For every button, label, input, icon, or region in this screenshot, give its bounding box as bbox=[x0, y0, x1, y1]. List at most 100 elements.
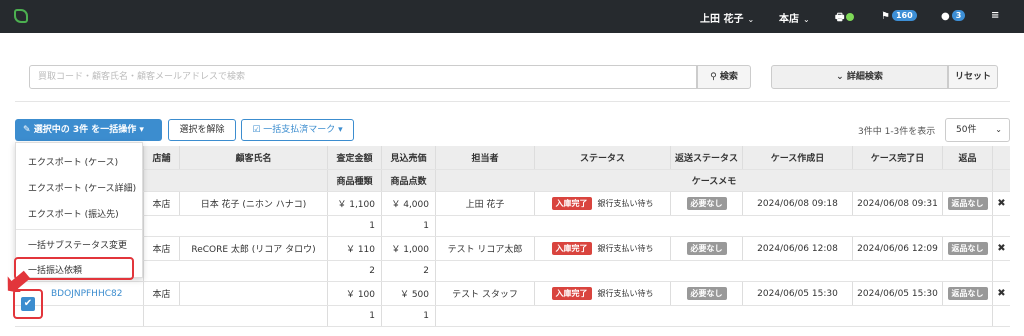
case-code-link[interactable]: BDOJNPFHHC82 bbox=[45, 282, 143, 305]
table-header-row: 店舗 顧客氏名 査定金額 見込売価 担当者 ステータス 返送ステータス ケース作… bbox=[15, 146, 1010, 170]
cell-item-count: 1 bbox=[381, 216, 435, 236]
col-return[interactable]: 返品 bbox=[942, 146, 992, 169]
cell-memo bbox=[435, 216, 992, 236]
cell-customer: 日本 花子 (ニホン ハナコ) bbox=[179, 192, 327, 215]
cell-estimate: ￥ 500 bbox=[381, 282, 435, 305]
menu-divider bbox=[16, 229, 142, 230]
chevron-down-icon: ⌄ bbox=[747, 15, 755, 24]
advanced-search-label: 詳細検索 bbox=[846, 72, 883, 82]
col-created[interactable]: ケース作成日 bbox=[742, 146, 852, 169]
chevron-down-icon: ⌄ bbox=[995, 125, 1002, 134]
return-status-badge: 必要なし bbox=[686, 242, 727, 255]
search-button-label: 検索 bbox=[719, 72, 738, 82]
bulk-action-label: 選択中の 3件 を一括操作 bbox=[33, 125, 137, 135]
cell-return-status: 必要なし bbox=[670, 192, 742, 215]
status-badge: 入庫完了 bbox=[551, 287, 592, 300]
col-action bbox=[992, 146, 1010, 169]
search-button[interactable]: ⚲ 検索 bbox=[697, 65, 751, 89]
cell-assess: ￥ 1,100 bbox=[327, 192, 381, 215]
printer-status[interactable]: 🖶 bbox=[835, 10, 855, 27]
reset-button[interactable]: リセット bbox=[948, 65, 998, 89]
chat-icon: ● bbox=[941, 11, 950, 22]
table-row[interactable]: 本店 ReCORE 太郎 (リコア タロウ) ￥ 110 ￥ 1,000 テスト リコア… bbox=[15, 237, 1010, 261]
col-empty bbox=[143, 170, 327, 191]
cell-item-types: 1 bbox=[327, 216, 381, 236]
store-menu[interactable]: 本店 ⌄ bbox=[779, 10, 810, 25]
cell-customer bbox=[179, 282, 327, 305]
menu-item-export-case-detail[interactable]: エクスポート (ケース詳細) bbox=[28, 181, 136, 194]
table-row[interactable]: BDOJNPFHHC82 本店 ￥ 100 ￥ 500 テスト スタッフ 入庫完了 銀行支払… bbox=[15, 282, 1010, 306]
flag-notifications[interactable]: ⚑ 160 bbox=[881, 10, 917, 22]
remove-icon[interactable]: ✖ bbox=[992, 282, 1010, 305]
bulk-paid-mark-button[interactable]: ☑ 一括支払済マーク ▾ bbox=[241, 119, 354, 141]
table-row-detail: 22 bbox=[15, 261, 1010, 282]
col-empty bbox=[992, 170, 1010, 191]
cell-return: 返品なし bbox=[942, 192, 992, 215]
table-row[interactable]: 本店 日本 花子 (ニホン ハナコ) ￥ 1,100 ￥ 4,000 上田 花子 入庫完了… bbox=[15, 192, 1010, 216]
menu-item-export-transfer[interactable]: エクスポート (振込先) bbox=[28, 207, 119, 220]
menu-item-bulk-substatus[interactable]: 一括サブステータス変更 bbox=[28, 238, 127, 251]
remove-icon[interactable]: ✖ bbox=[992, 192, 1010, 215]
table-row-detail: 11 bbox=[15, 306, 1010, 327]
cell-empty bbox=[992, 216, 1010, 236]
close-icon: ✖ bbox=[997, 198, 1006, 209]
col-item-types: 商品種類 bbox=[327, 170, 381, 191]
cell-item-types: 1 bbox=[327, 306, 381, 326]
cell-empty bbox=[143, 261, 327, 281]
sub-status-text: 銀行支払い待ち bbox=[597, 289, 654, 298]
flag-icon: ⚑ bbox=[881, 11, 890, 22]
col-customer[interactable]: 顧客氏名 bbox=[179, 146, 327, 169]
hamburger-menu-icon[interactable]: ≡ bbox=[991, 10, 999, 21]
cell-empty bbox=[992, 261, 1010, 281]
cell-completed: 2024/06/08 09:31 bbox=[852, 192, 942, 215]
cell-status: 入庫完了 銀行支払い待ち bbox=[534, 237, 670, 260]
search-input[interactable]: 買取コード・顧客氏名・顧客メールアドレスで検索 bbox=[29, 65, 697, 89]
col-store[interactable]: 店舗 bbox=[143, 146, 179, 169]
col-return-status[interactable]: 返送ステータス bbox=[670, 146, 742, 169]
user-menu[interactable]: 上田 花子 ⌄ bbox=[700, 10, 754, 25]
status-badge: 入庫完了 bbox=[551, 242, 592, 255]
chat-count-badge: 3 bbox=[951, 10, 966, 21]
cell-item-count: 1 bbox=[381, 306, 435, 326]
flag-count-badge: 160 bbox=[891, 10, 917, 21]
cell-staff: テスト スタッフ bbox=[435, 282, 534, 305]
caret-down-icon: ▾ bbox=[139, 125, 144, 135]
case-code[interactable]: BDOJNPFHHC82 bbox=[51, 289, 122, 299]
col-staff[interactable]: 担当者 bbox=[435, 146, 534, 169]
col-status[interactable]: ステータス bbox=[534, 146, 670, 169]
cell-staff: 上田 花子 bbox=[435, 192, 534, 215]
cell-store: 本店 bbox=[143, 237, 179, 260]
store-name: 本店 bbox=[779, 14, 799, 25]
cell-return: 返品なし bbox=[942, 237, 992, 260]
cell-assess: ￥ 100 bbox=[327, 282, 381, 305]
col-completed[interactable]: ケース完了日 bbox=[852, 146, 942, 169]
row-checkbox[interactable]: ✔ bbox=[21, 297, 35, 311]
chat-notifications[interactable]: ● 3 bbox=[941, 10, 966, 22]
col-assess[interactable]: 査定金額 bbox=[327, 146, 381, 169]
top-navbar: 上田 花子 ⌄ 本店 ⌄ 🖶 ⚑ 160 ● 3 ≡ bbox=[0, 0, 1024, 33]
col-memo: ケースメモ bbox=[435, 170, 992, 191]
bulk-action-button[interactable]: ✎ 選択中の 3件 を一括操作 ▾ bbox=[15, 119, 162, 141]
cell-status: 入庫完了 銀行支払い待ち bbox=[534, 282, 670, 305]
sub-status-text: 銀行支払い待ち bbox=[597, 244, 654, 253]
cell-empty bbox=[992, 306, 1010, 326]
menu-item-export-case[interactable]: エクスポート (ケース) bbox=[28, 155, 118, 168]
return-status-badge: 必要なし bbox=[686, 287, 727, 300]
printer-icon: 🖶 bbox=[835, 12, 845, 23]
per-page-select[interactable]: 50件 ⌄ bbox=[945, 118, 1010, 142]
advanced-search-button[interactable]: ⌄ 詳細検索 bbox=[771, 65, 948, 89]
cell-return-status: 必要なし bbox=[670, 237, 742, 260]
per-page-value: 50件 bbox=[956, 125, 977, 135]
close-icon: ✖ bbox=[997, 243, 1006, 254]
cell-assess: ￥ 110 bbox=[327, 237, 381, 260]
edit-icon: ✎ bbox=[23, 125, 31, 135]
remove-icon[interactable]: ✖ bbox=[992, 237, 1010, 260]
app-logo-icon[interactable] bbox=[14, 9, 28, 23]
col-estimate[interactable]: 見込売価 bbox=[381, 146, 435, 169]
status-badge: 入庫完了 bbox=[551, 197, 592, 210]
return-badge: 返品なし bbox=[947, 287, 988, 300]
cell-created: 2024/06/05 15:30 bbox=[742, 282, 852, 305]
cell-memo bbox=[435, 261, 992, 281]
clear-selection-button[interactable]: 選択を解除 bbox=[168, 119, 236, 141]
cell-store: 本店 bbox=[143, 192, 179, 215]
